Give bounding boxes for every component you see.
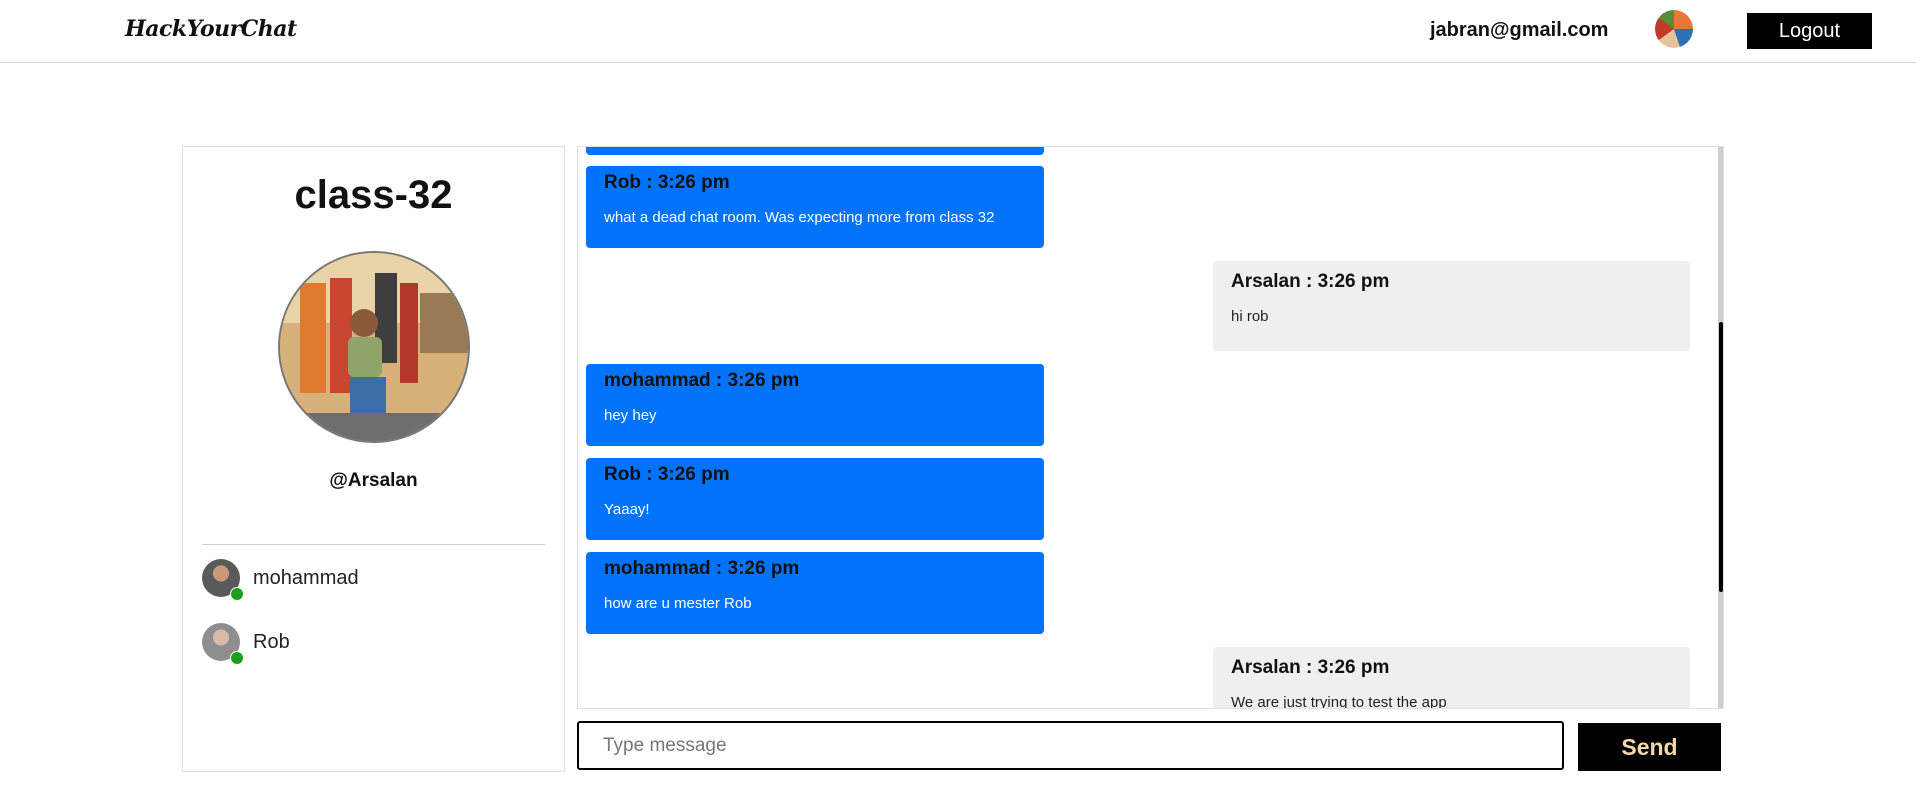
- message-text: hey hey: [604, 407, 657, 424]
- message-text: Yaaay!: [604, 501, 650, 518]
- room-avatar-image: [280, 253, 468, 441]
- message-bubble: Arsalan : 3:26 pm hi rob: [1213, 261, 1690, 351]
- message-bubble: [586, 147, 1044, 155]
- members-divider: [202, 544, 545, 545]
- message-bubble: Rob : 3:26 pm Yaaay!: [586, 458, 1044, 540]
- message-header: Arsalan : 3:26 pm: [1231, 657, 1390, 678]
- brand-logo[interactable]: HackYourChat: [125, 16, 297, 42]
- room-handle: @Arsalan: [329, 470, 418, 491]
- room-panel: class-32 @Arsalan mohammad Rob: [182, 146, 565, 772]
- room-avatar: [278, 251, 470, 443]
- message-header: Arsalan : 3:26 pm: [1231, 271, 1390, 292]
- app-header: HackYourChat jabran@gmail.com Logout: [0, 0, 1916, 63]
- message-text: how are u mester Rob: [604, 595, 752, 612]
- message-text: what a dead chat room. Was expecting mor…: [604, 209, 995, 226]
- message-text: We are just trying to test the app: [1231, 694, 1447, 709]
- message-header: mohammad : 3:26 pm: [604, 370, 800, 391]
- online-status-icon: [230, 651, 244, 665]
- logout-button[interactable]: Logout: [1747, 13, 1872, 49]
- member-name: Rob: [253, 631, 290, 653]
- message-bubble: mohammad : 3:26 pm how are u mester Rob: [586, 552, 1044, 634]
- online-status-icon: [230, 587, 244, 601]
- message-input[interactable]: [577, 721, 1564, 770]
- user-avatar[interactable]: [1655, 10, 1693, 48]
- chat-messages[interactable]: Rob : 3:26 pm what a dead chat room. Was…: [577, 146, 1724, 709]
- message-bubble: mohammad : 3:26 pm hey hey: [586, 364, 1044, 446]
- message-bubble: Arsalan : 3:26 pm We are just trying to …: [1213, 647, 1690, 709]
- message-header: mohammad : 3:26 pm: [604, 558, 800, 579]
- user-email: jabran@gmail.com: [1430, 19, 1609, 41]
- message-text: hi rob: [1231, 308, 1269, 325]
- message-header: Rob : 3:26 pm: [604, 464, 730, 485]
- member-item[interactable]: Rob: [202, 623, 545, 665]
- member-item[interactable]: mohammad: [202, 559, 545, 601]
- message-bubble: Rob : 3:26 pm what a dead chat room. Was…: [586, 166, 1044, 248]
- send-button[interactable]: Send: [1578, 723, 1721, 771]
- message-header: Rob : 3:26 pm: [604, 172, 730, 193]
- member-name: mohammad: [253, 567, 359, 589]
- scrollbar-thumb[interactable]: [1719, 322, 1723, 592]
- room-title: class-32: [294, 173, 453, 217]
